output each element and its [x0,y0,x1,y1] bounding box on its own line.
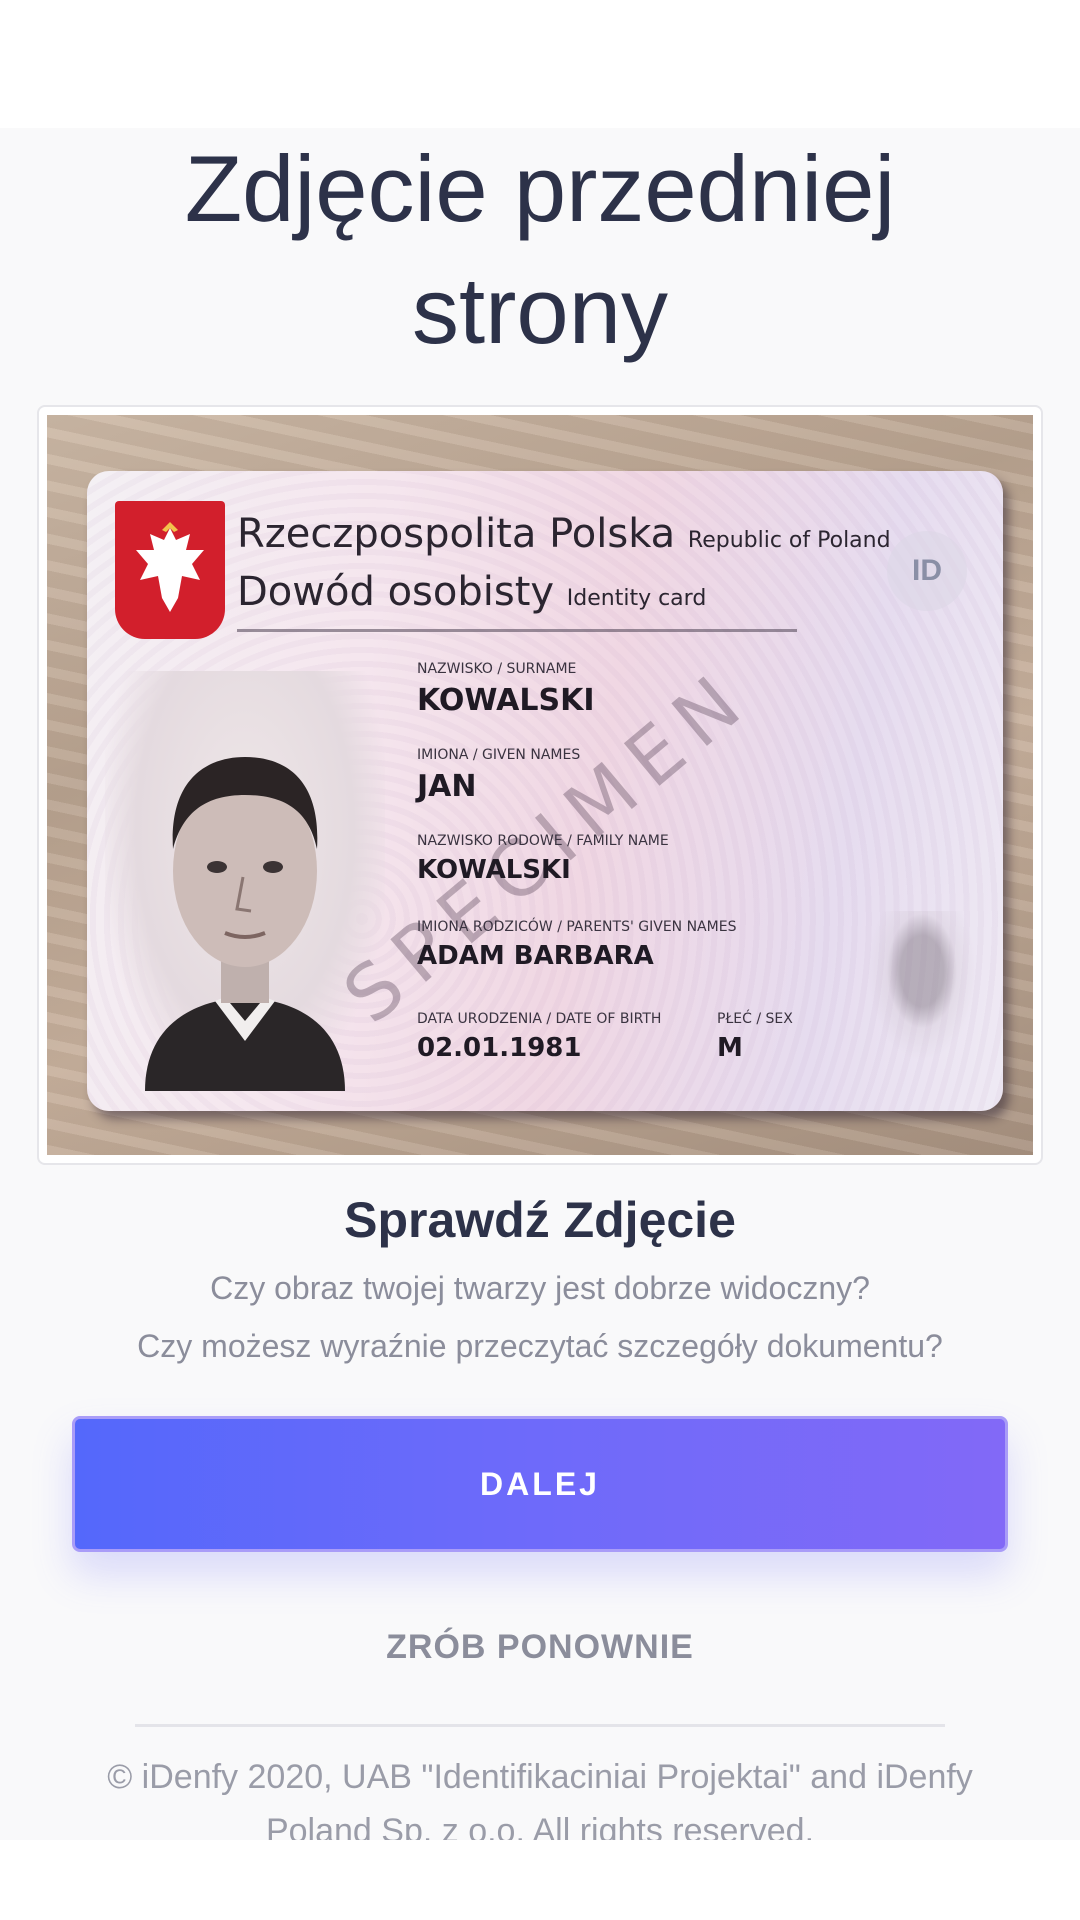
eagle-emblem-icon [115,501,225,639]
document-photo-frame: Rzeczpospolita Polska Republic of Poland… [37,405,1043,1165]
card-ghost-portrait [867,911,977,1061]
card-doc-type-pl: Dowód osobisty [237,569,555,615]
page-title: Zdjęcie przedniej strony [184,136,896,363]
card-divider [237,629,797,632]
card-field-value: 02.01.1981 [417,1033,582,1063]
top-bar [0,0,1080,128]
review-question-face: Czy obraz twojej twarzy jest dobrze wido… [210,1270,870,1306]
review-title: Sprawdź Zdjęcie [344,1192,736,1248]
footer-divider [135,1724,945,1727]
id-card: Rzeczpospolita Polska Republic of Poland… [87,471,1003,1111]
card-doc-type-en: Identity card [566,586,707,611]
content-area: Zdjęcie przedniej strony Rzeczpospolita … [0,128,1080,1840]
continue-button[interactable]: DALEJ [72,1416,1008,1552]
card-field-label: DATA URODZENIA / DATE OF BIRTH [417,1011,662,1027]
card-field-value: KOWALSKI [417,855,571,885]
card-field-label: IMIONA RODZICÓW / PARENTS' GIVEN NAMES [417,919,737,935]
card-field-label: NAZWISKO / SURNAME [417,661,577,677]
card-field-value: JAN [417,769,477,804]
bottom-bar [0,1840,1080,1920]
copyright-text: © iDenfy 2020, UAB "Identifikaciniai Pro… [107,1758,973,1840]
card-hologram-icon: ID [887,531,967,611]
card-doc-type: Dowód osobisty Identity card [237,569,706,615]
card-field-label: PŁEĆ / SEX [717,1011,793,1027]
card-field-value: M [717,1033,743,1063]
card-portrait [105,671,385,1091]
card-field-label: IMIONA / GIVEN NAMES [417,747,581,763]
card-field-value: KOWALSKI [417,683,595,718]
card-country-en: Republic of Poland [687,528,891,553]
document-photo: Rzeczpospolita Polska Republic of Poland… [47,415,1033,1155]
card-country-pl: Rzeczpospolita Polska [237,511,676,557]
review-question-details: Czy możesz wyraźnie przeczytać szczegóły… [137,1328,943,1364]
card-field-value: ADAM BARBARA [417,941,654,971]
card-country: Rzeczpospolita Polska Republic of Poland [237,511,891,557]
retake-button[interactable]: ZRÓB PONOWNIE [0,1628,1080,1667]
card-field-label: NAZWISKO RODOWE / FAMILY NAME [417,833,669,849]
